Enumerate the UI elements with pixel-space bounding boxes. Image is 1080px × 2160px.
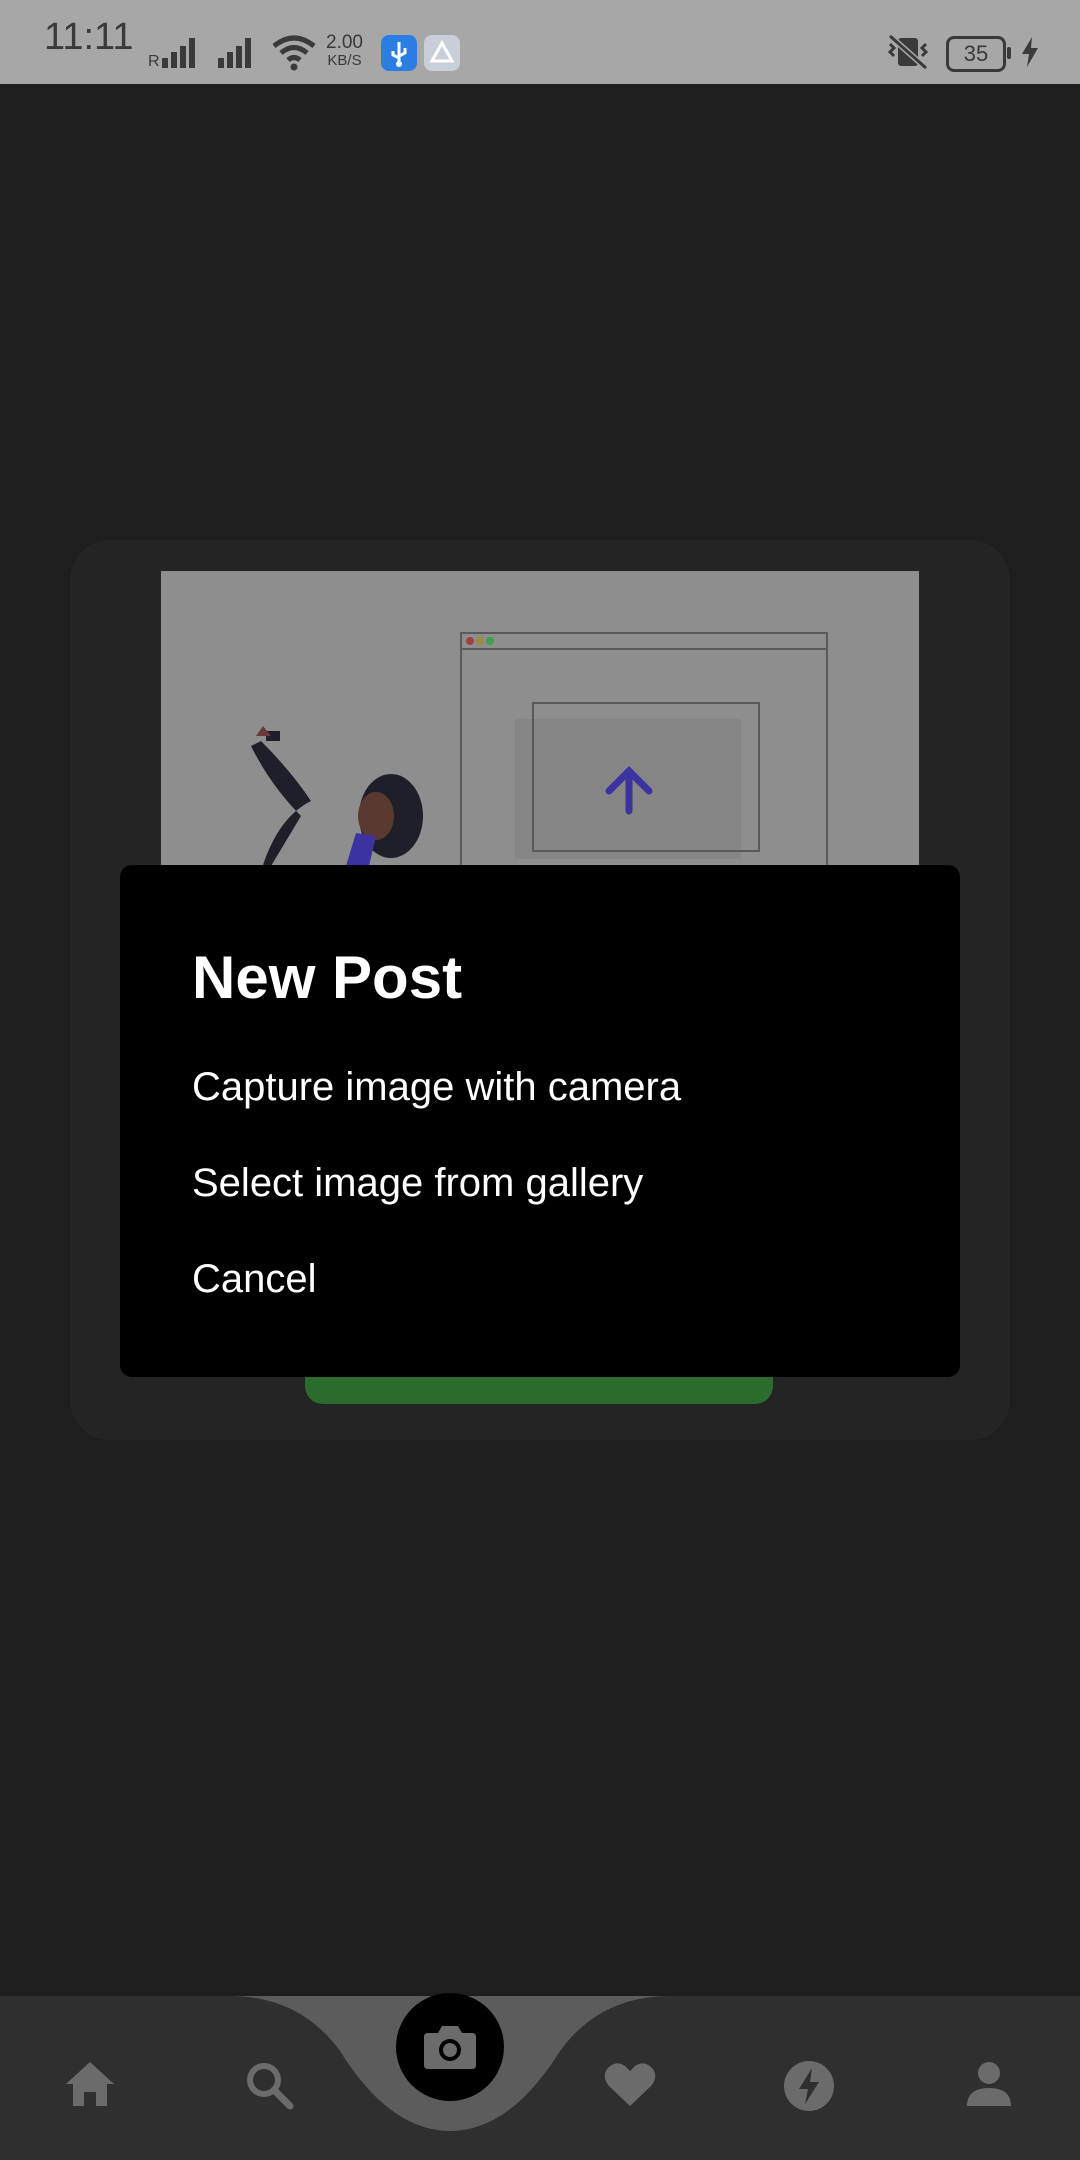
network-speed-unit: KB/S [327, 52, 362, 69]
network-speed-value: 2.00 [326, 32, 363, 53]
svg-text:R: R [148, 53, 160, 70]
capture-camera-option[interactable]: Capture image with camera [192, 1065, 681, 1110]
profile-icon[interactable] [965, 2060, 1013, 2113]
wifi-icon [272, 34, 316, 77]
search-icon[interactable] [244, 2060, 294, 2115]
home-icon[interactable] [64, 2060, 116, 2113]
dialog-title: New Post [192, 944, 463, 1011]
signal-icon: R [148, 34, 268, 75]
battery-icon: 35 [946, 36, 1011, 72]
camera-button[interactable] [396, 1993, 504, 2101]
select-gallery-option[interactable]: Select image from gallery [192, 1161, 643, 1206]
new-post-dialog: New Post Capture image with camera Selec… [120, 865, 960, 1377]
app-icon [424, 35, 460, 71]
cancel-option[interactable]: Cancel [192, 1257, 317, 1302]
status-right-icons: 35 [884, 32, 1040, 77]
heart-icon[interactable] [603, 2060, 657, 2113]
upload-illustration [161, 571, 919, 866]
status-time: 11:11 [44, 16, 134, 58]
status-bar: 11:11 R 2.00 KB/S 35 [0, 0, 1080, 84]
battery-level: 35 [963, 41, 989, 66]
charging-icon [1020, 36, 1040, 72]
vibrate-icon [884, 32, 932, 77]
camera-icon [424, 2026, 476, 2069]
network-speed: 2.00 KB/S [326, 32, 363, 70]
flash-icon[interactable] [783, 2060, 835, 2117]
usb-icon [381, 35, 417, 71]
